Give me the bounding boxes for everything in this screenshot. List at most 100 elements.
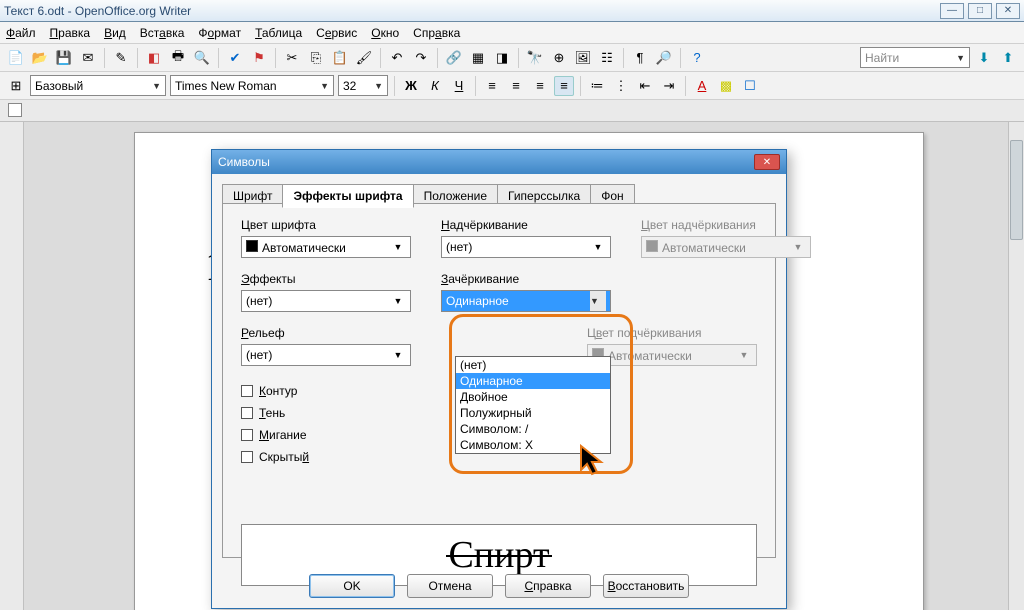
indent-icon[interactable]: ⇥ — [659, 76, 679, 96]
combo-strikethrough[interactable]: Одинарное ▼ — [441, 290, 611, 312]
font-color-icon[interactable]: A — [692, 76, 712, 96]
navigator-icon[interactable]: ⊕ — [549, 48, 569, 68]
dialog-titlebar[interactable]: Символы ✕ — [212, 150, 786, 174]
tab-font-effects[interactable]: Эффекты шрифта — [282, 184, 413, 208]
bold-icon[interactable]: Ж — [401, 76, 421, 96]
bullet-list-icon[interactable]: ⋮ — [611, 76, 631, 96]
preview-icon[interactable]: 🔍 — [192, 48, 212, 68]
nonprint-icon[interactable]: ¶ — [630, 48, 650, 68]
style-combo[interactable]: Базовый ▼ — [30, 75, 166, 96]
scrollbar-thumb[interactable] — [1010, 140, 1023, 240]
cancel-button[interactable]: Отмена — [407, 574, 493, 598]
separator — [275, 48, 276, 68]
maximize-button[interactable]: □ — [968, 3, 992, 19]
styles-icon[interactable]: ⊞ — [6, 76, 26, 96]
edit-icon[interactable]: ✎ — [111, 48, 131, 68]
separator — [437, 48, 438, 68]
combo-relief[interactable]: (нет) ▼ — [241, 344, 411, 366]
close-button[interactable]: ✕ — [996, 3, 1020, 19]
find-combo[interactable]: Найти ▼ — [860, 47, 970, 68]
style-value: Базовый — [35, 79, 83, 93]
chevron-down-icon: ▼ — [390, 350, 406, 360]
tab-stop-icon[interactable] — [8, 103, 22, 117]
find-next-icon[interactable]: ⬇ — [974, 48, 994, 68]
find-prev-icon[interactable]: ⬆ — [998, 48, 1018, 68]
show-icon[interactable]: ◨ — [492, 48, 512, 68]
titlebar: Текст 6.odt - OpenOffice.org Writer — □ … — [0, 0, 1024, 22]
menu-view[interactable]: Вид — [104, 26, 126, 40]
underline-icon[interactable]: Ч — [449, 76, 469, 96]
find-placeholder: Найти — [865, 51, 899, 65]
menu-help[interactable]: Справка — [413, 26, 460, 40]
separator — [380, 48, 381, 68]
align-justify-icon[interactable]: ≡ — [554, 76, 574, 96]
option-cross[interactable]: Символом: X — [456, 437, 610, 453]
print-icon[interactable]: 🖶 — [168, 48, 188, 68]
align-center-icon[interactable]: ≡ — [506, 76, 526, 96]
option-double[interactable]: Двойное — [456, 389, 610, 405]
separator — [394, 76, 395, 96]
find-icon[interactable]: 🔭 — [525, 48, 545, 68]
mail-icon[interactable]: ✉ — [78, 48, 98, 68]
fontsize-value: 32 — [343, 79, 356, 93]
help-icon[interactable]: ? — [687, 48, 707, 68]
option-single[interactable]: Одинарное — [456, 373, 610, 389]
option-bold[interactable]: Полужирный — [456, 405, 610, 421]
dialog-close-button[interactable]: ✕ — [754, 154, 780, 170]
ok-button[interactable]: OK — [309, 574, 395, 598]
chevron-down-icon: ▼ — [956, 53, 965, 63]
redo-icon[interactable]: ↷ — [411, 48, 431, 68]
copy-icon[interactable]: ⎘ — [306, 48, 326, 68]
chevron-down-icon: ▼ — [736, 350, 752, 360]
table-icon[interactable]: ▦ — [468, 48, 488, 68]
menu-tools[interactable]: Сервис — [316, 26, 357, 40]
gallery-icon[interactable]: 🖼 — [573, 48, 593, 68]
font-combo[interactable]: Times New Roman ▼ — [170, 75, 334, 96]
align-right-icon[interactable]: ≡ — [530, 76, 550, 96]
pdf-icon[interactable]: ◧ — [144, 48, 164, 68]
highlight-icon[interactable]: ▩ — [716, 76, 736, 96]
fontsize-combo[interactable]: 32 ▼ — [338, 75, 388, 96]
chevron-down-icon: ▼ — [390, 242, 406, 252]
numbered-list-icon[interactable]: ≔ — [587, 76, 607, 96]
option-none[interactable]: (нет) — [456, 357, 610, 373]
dialog-character: Символы ✕ Шрифт Эффекты шрифта Положение… — [211, 149, 787, 609]
undo-icon[interactable]: ↶ — [387, 48, 407, 68]
menu-insert[interactable]: Вставка — [140, 26, 185, 40]
combo-overline[interactable]: (нет) ▼ — [441, 236, 611, 258]
label-overline: Надчёркивание — [441, 218, 611, 232]
combo-font-color[interactable]: Автоматически ▼ — [241, 236, 411, 258]
brush-icon[interactable]: 🖌 — [354, 48, 374, 68]
reset-button[interactable]: Восстановить — [603, 574, 689, 598]
help-button[interactable]: Справка — [505, 574, 591, 598]
save-icon[interactable]: 💾 — [54, 48, 74, 68]
label-effects: Эффекты — [241, 272, 411, 286]
bgcolor-icon[interactable]: ☐ — [740, 76, 760, 96]
link-icon[interactable]: 🔗 — [444, 48, 464, 68]
menu-file[interactable]: ФФайлайл — [6, 26, 36, 40]
cut-icon[interactable]: ✂ — [282, 48, 302, 68]
minimize-button[interactable]: — — [940, 3, 964, 19]
paste-icon[interactable]: 📋 — [330, 48, 350, 68]
spellcheck-icon[interactable]: ✔ — [225, 48, 245, 68]
align-left-icon[interactable]: ≡ — [482, 76, 502, 96]
combo-effects[interactable]: (нет) ▼ — [241, 290, 411, 312]
outdent-icon[interactable]: ⇤ — [635, 76, 655, 96]
new-icon[interactable]: 📄 — [6, 48, 26, 68]
tab-panel-effects: Цвет шрифта Автоматически ▼ Надчёркивани… — [222, 203, 776, 558]
separator — [475, 76, 476, 96]
italic-icon[interactable]: К — [425, 76, 445, 96]
chevron-down-icon: ▼ — [320, 81, 329, 91]
label-font-color: Цвет шрифта — [241, 218, 411, 232]
autospell-icon[interactable]: ⚑ — [249, 48, 269, 68]
option-slash[interactable]: Символом: / — [456, 421, 610, 437]
sources-icon[interactable]: ☷ — [597, 48, 617, 68]
zoom-icon[interactable]: 🔎 — [654, 48, 674, 68]
menu-format[interactable]: Формат — [198, 26, 241, 40]
menu-edit[interactable]: Правка — [50, 26, 91, 40]
vertical-scrollbar[interactable] — [1008, 122, 1024, 610]
menu-table[interactable]: Таблица — [255, 26, 302, 40]
dropdown-strikethrough-list[interactable]: (нет) Одинарное Двойное Полужирный Симво… — [455, 356, 611, 454]
menu-window[interactable]: Окно — [371, 26, 399, 40]
open-icon[interactable]: 📂 — [30, 48, 50, 68]
